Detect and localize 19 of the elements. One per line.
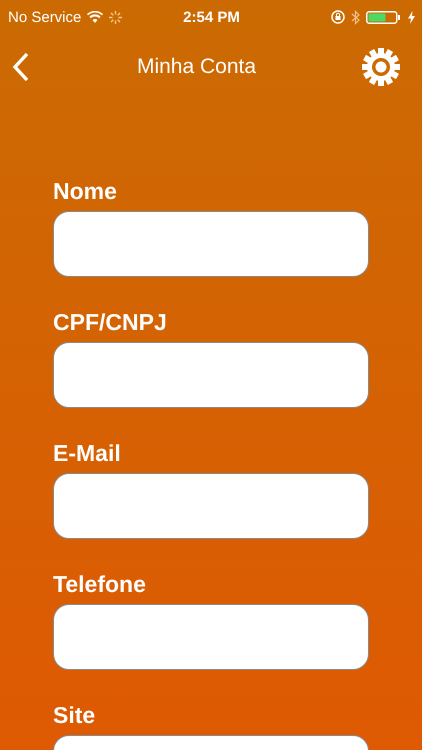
wifi-icon — [87, 11, 104, 23]
carrier-name: No Service — [8, 8, 82, 26]
field-label: Telefone — [53, 571, 147, 597]
charging-bolt-icon — [408, 10, 416, 24]
input-field[interactable] — [53, 473, 369, 539]
field-label: Nome — [53, 178, 118, 204]
input-field[interactable] — [53, 604, 369, 670]
rotation-lock-icon — [331, 10, 346, 24]
input-field[interactable] — [53, 211, 369, 277]
clock-time: 2:54 PM — [183, 8, 240, 26]
battery-icon — [366, 10, 402, 24]
field-label: E-Mail — [53, 440, 122, 466]
input-field[interactable] — [53, 342, 369, 408]
screen-title: Minha Conta — [136, 55, 258, 79]
bluetooth-icon — [351, 10, 360, 24]
field-label: CPF/CNPJ — [53, 309, 168, 335]
settings-button[interactable] — [361, 47, 401, 87]
loading-spinner-icon — [109, 10, 122, 24]
field-label: Site — [53, 702, 96, 728]
